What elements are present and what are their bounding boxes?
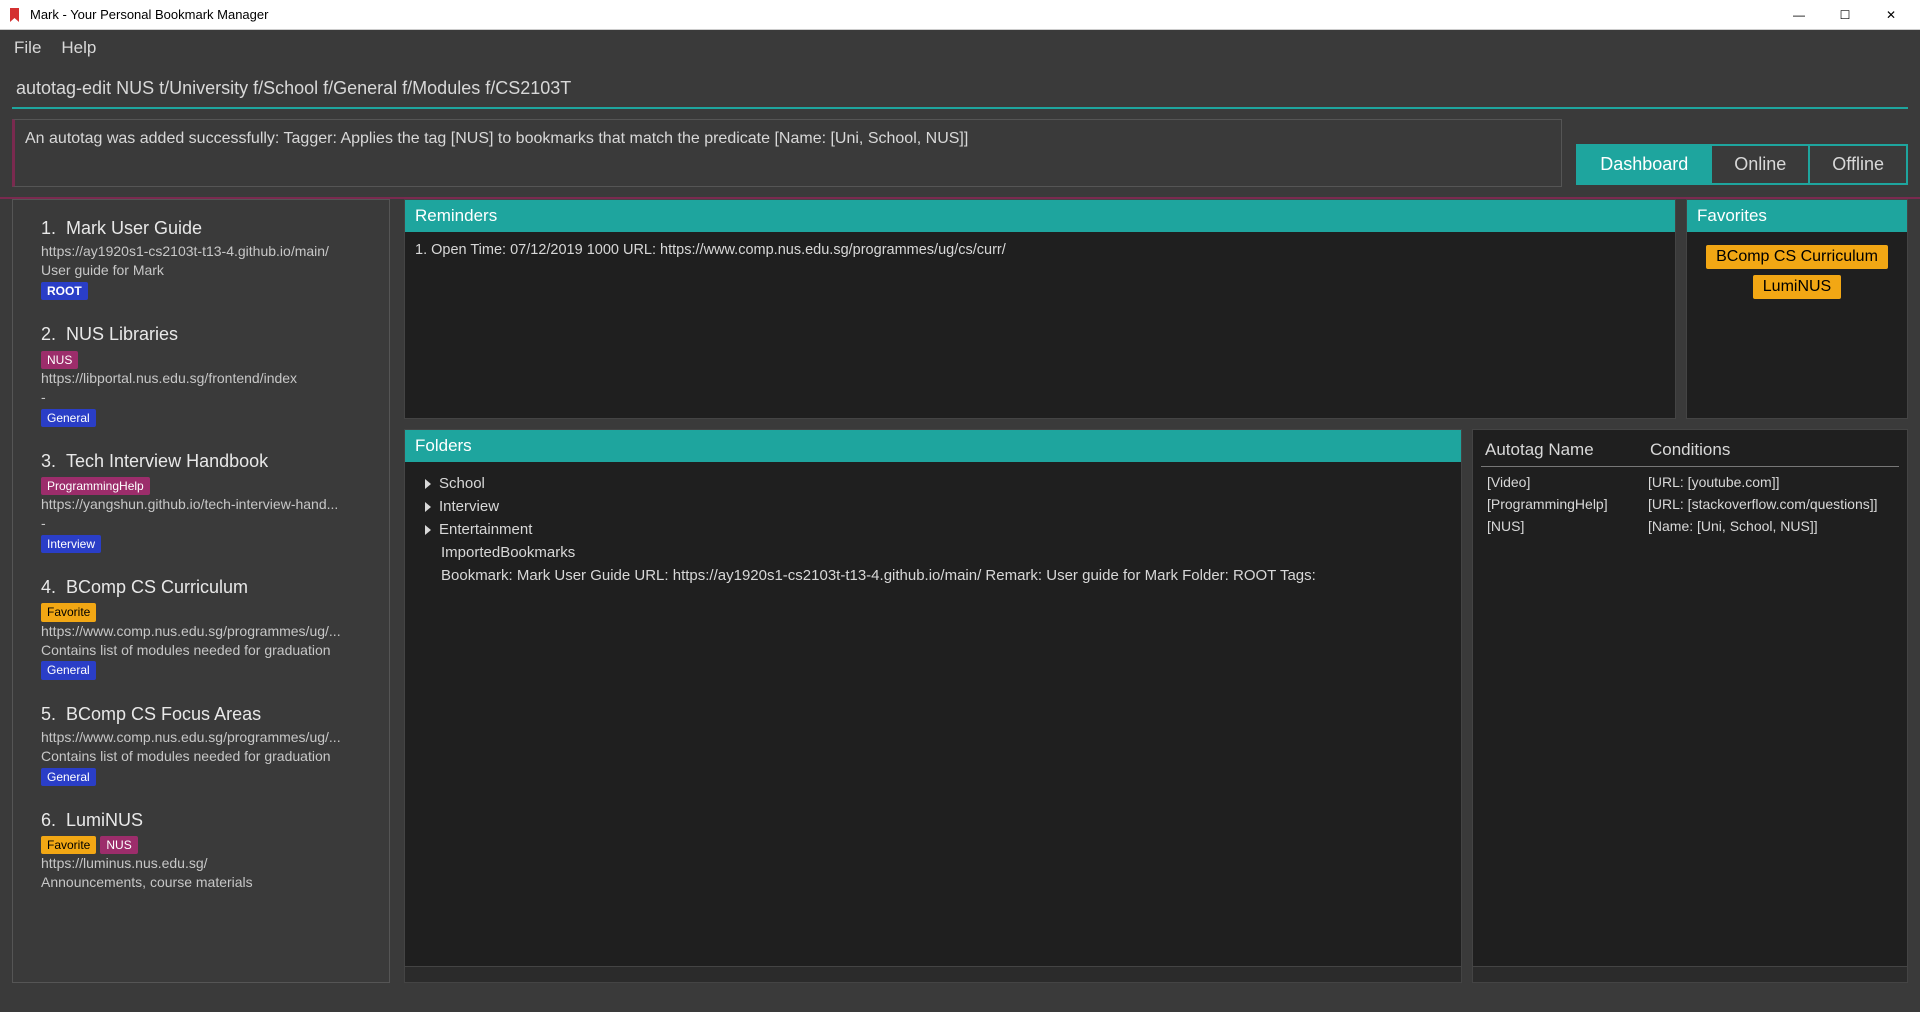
badge-proghelp: ProgrammingHelp bbox=[41, 477, 150, 495]
badge-nus: NUS bbox=[41, 351, 78, 369]
tab-offline[interactable]: Offline bbox=[1810, 144, 1908, 185]
reminders-header: Reminders bbox=[405, 200, 1675, 232]
window-title: Mark - Your Personal Bookmark Manager bbox=[30, 7, 268, 22]
badge-general: General bbox=[41, 768, 96, 786]
folder-label: School bbox=[439, 475, 485, 492]
minimize-button[interactable]: — bbox=[1776, 0, 1822, 30]
badge-root: ROOT bbox=[41, 282, 88, 300]
badge-favorite: Favorite bbox=[41, 836, 96, 854]
autotag-panel: Autotag Name Conditions [Video][URL: [yo… bbox=[1472, 429, 1908, 983]
titlebar: Mark - Your Personal Bookmark Manager — … bbox=[0, 0, 1920, 30]
autotag-row[interactable]: [ProgrammingHelp][URL: [stackoverflow.co… bbox=[1483, 493, 1897, 515]
folder-tree-item[interactable]: Entertainment bbox=[415, 518, 1451, 541]
badge-interview: Interview bbox=[41, 535, 101, 553]
app-icon bbox=[6, 6, 24, 24]
bookmark-item[interactable]: 3. Tech Interview HandbookProgrammingHel… bbox=[13, 439, 389, 565]
folders-hscroll[interactable] bbox=[405, 966, 1461, 982]
autotag-hscroll[interactable] bbox=[1473, 966, 1907, 982]
menu-file[interactable]: File bbox=[14, 38, 41, 58]
menu-help[interactable]: Help bbox=[61, 38, 96, 58]
maximize-button[interactable]: ☐ bbox=[1822, 0, 1868, 30]
status-text: An autotag was added successfully: Tagge… bbox=[25, 130, 968, 147]
favorites-panel: Favorites BComp CS Curriculum LumiNUS bbox=[1686, 199, 1908, 419]
tab-bar: Dashboard Online Offline bbox=[1576, 119, 1908, 187]
reminders-body[interactable]: 1. Open Time: 07/12/2019 1000 URL: https… bbox=[405, 232, 1675, 418]
bookmark-item[interactable]: 5. BComp CS Focus Areashttps://www.comp.… bbox=[13, 692, 389, 798]
reminder-item: 1. Open Time: 07/12/2019 1000 URL: https… bbox=[415, 242, 1665, 258]
autotag-name: [Video] bbox=[1483, 474, 1648, 490]
bookmark-item[interactable]: 4. BComp CS CurriculumFavoritehttps://ww… bbox=[13, 565, 389, 691]
tab-dashboard[interactable]: Dashboard bbox=[1576, 144, 1712, 185]
close-button[interactable]: ✕ bbox=[1868, 0, 1914, 30]
badge-general: General bbox=[41, 409, 96, 427]
caret-right-icon bbox=[425, 502, 431, 512]
autotag-row[interactable]: [NUS][Name: [Uni, School, NUS]] bbox=[1483, 515, 1897, 537]
autotag-condition: [URL: [youtube.com]] bbox=[1648, 474, 1897, 490]
favorite-chip[interactable]: LumiNUS bbox=[1753, 275, 1841, 299]
bookmark-item[interactable]: 2. NUS LibrariesNUShttps://libportal.nus… bbox=[13, 312, 389, 438]
tab-online[interactable]: Online bbox=[1712, 144, 1810, 185]
folders-body[interactable]: School Interview Entertainment ImportedBook… bbox=[405, 462, 1461, 966]
status-message: An autotag was added successfully: Tagge… bbox=[12, 119, 1562, 187]
folder-label: Bookmark: Mark User Guide URL: https://a… bbox=[441, 567, 1316, 584]
folder-label: Interview bbox=[439, 498, 499, 515]
bookmark-item[interactable]: 6. LumiNUSFavoriteNUShttps://luminus.nus… bbox=[13, 798, 389, 904]
folder-label: Entertainment bbox=[439, 521, 532, 538]
caret-right-icon bbox=[425, 479, 431, 489]
folder-label: ImportedBookmarks bbox=[441, 544, 575, 561]
autotag-condition: [Name: [Uni, School, NUS]] bbox=[1648, 518, 1897, 534]
autotag-name: [NUS] bbox=[1483, 518, 1648, 534]
menubar: File Help bbox=[0, 30, 1920, 66]
badge-general: General bbox=[41, 661, 96, 679]
bookmark-item[interactable]: 1. Mark User Guidehttps://ay1920s1-cs210… bbox=[13, 206, 389, 312]
folder-tree-item[interactable]: Interview bbox=[415, 495, 1451, 518]
badge-nus: NUS bbox=[100, 836, 137, 854]
bookmark-list[interactable]: 1. Mark User Guidehttps://ay1920s1-cs210… bbox=[12, 199, 390, 983]
folder-tree-item[interactable]: ImportedBookmarks bbox=[415, 541, 1451, 564]
autotag-row[interactable]: [Video][URL: [youtube.com]] bbox=[1483, 471, 1897, 493]
autotag-header-row: Autotag Name Conditions bbox=[1473, 430, 1907, 467]
autotag-condition: [URL: [stackoverflow.com/questions]] bbox=[1648, 496, 1897, 512]
favorites-body[interactable]: BComp CS Curriculum LumiNUS bbox=[1687, 232, 1907, 418]
autotag-header-name: Autotag Name bbox=[1481, 434, 1646, 467]
autotag-name: [ProgrammingHelp] bbox=[1483, 496, 1648, 512]
folders-header: Folders bbox=[405, 430, 1461, 462]
caret-right-icon bbox=[425, 525, 431, 535]
folders-panel: Folders School Interview Entertainment Impo… bbox=[404, 429, 1462, 983]
autotag-header-cond: Conditions bbox=[1646, 434, 1899, 467]
favorite-chip[interactable]: BComp CS Curriculum bbox=[1706, 245, 1888, 269]
command-input[interactable] bbox=[12, 70, 1908, 109]
reminders-panel: Reminders 1. Open Time: 07/12/2019 1000 … bbox=[404, 199, 1676, 419]
badge-favorite: Favorite bbox=[41, 603, 96, 621]
folder-tree-item[interactable]: School bbox=[415, 472, 1451, 495]
favorites-header: Favorites bbox=[1687, 200, 1907, 232]
autotag-body[interactable]: [Video][URL: [youtube.com]][ProgrammingH… bbox=[1473, 467, 1907, 966]
folder-tree-item[interactable]: Bookmark: Mark User Guide URL: https://a… bbox=[415, 564, 1451, 587]
